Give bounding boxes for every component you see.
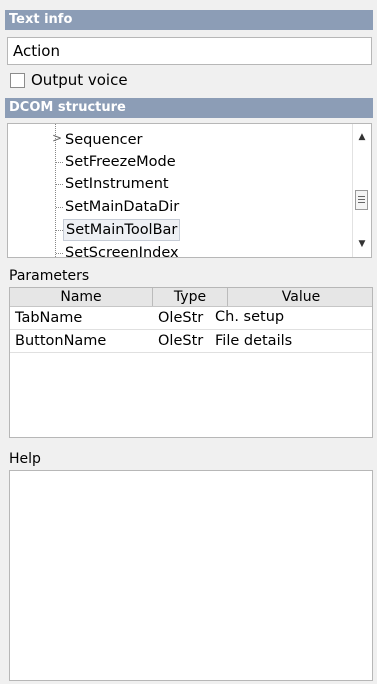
parameters-label: Parameters [9,268,90,284]
table-row[interactable]: TabName OleStr Ch. setup [10,307,372,330]
tree-connector [56,230,63,231]
column-header-name[interactable]: Name [10,288,153,306]
tree-connector [56,253,63,254]
param-value-cell[interactable]: Ch. setup [215,307,284,329]
tree-item-setmaindatadir[interactable]: SetMainDataDir [63,196,181,218]
tree-connector [56,184,63,185]
param-name-cell: ButtonName [15,333,107,349]
param-type-cell: OleStr [158,333,204,349]
tree-item-setscreenindex[interactable]: SetScreenIndex [63,242,181,257]
column-header-value[interactable]: Value [228,288,374,306]
expand-chevron-icon[interactable]: > [52,131,62,145]
param-type-cell: OleStr [158,310,204,326]
output-voice-option[interactable]: Output voice [10,70,128,90]
table-row[interactable]: ButtonName OleStr File details [10,330,372,353]
tree-item-setmaintoolbar[interactable]: SetMainToolBar [63,219,181,241]
tree-scrollbar[interactable]: ▲ ▼ [352,124,371,257]
dcom-structure-header: DCOM structure [5,98,373,118]
tree-connector [56,162,63,163]
tree-item-sequencer[interactable]: Sequencer [63,129,144,151]
help-label: Help [9,451,41,467]
scroll-up-arrow-icon[interactable]: ▲ [353,128,371,146]
tree-connector [56,207,63,208]
column-header-type[interactable]: Type [153,288,228,306]
output-voice-checkbox[interactable] [10,72,25,88]
help-panel [9,470,373,681]
text-info-header: Text info [5,10,373,30]
param-value-cell[interactable]: File details [215,330,292,352]
tree-item-setinstrument[interactable]: SetInstrument [63,173,171,195]
tree-item-setfreezemode[interactable]: SetFreezeMode [63,151,178,173]
parameters-table[interactable]: Name Type Value TabName OleStr Ch. setup… [9,287,373,438]
scrollbar-thumb[interactable] [355,190,368,210]
action-field[interactable]: Action [7,37,372,65]
param-name-cell: TabName [15,310,83,326]
scroll-down-arrow-icon[interactable]: ▼ [353,235,371,253]
dcom-tree[interactable]: > Sequencer SetFreezeMode SetInstrument … [7,123,372,258]
output-voice-label: Output voice [31,71,128,89]
table-header: Name Type Value [10,288,372,307]
